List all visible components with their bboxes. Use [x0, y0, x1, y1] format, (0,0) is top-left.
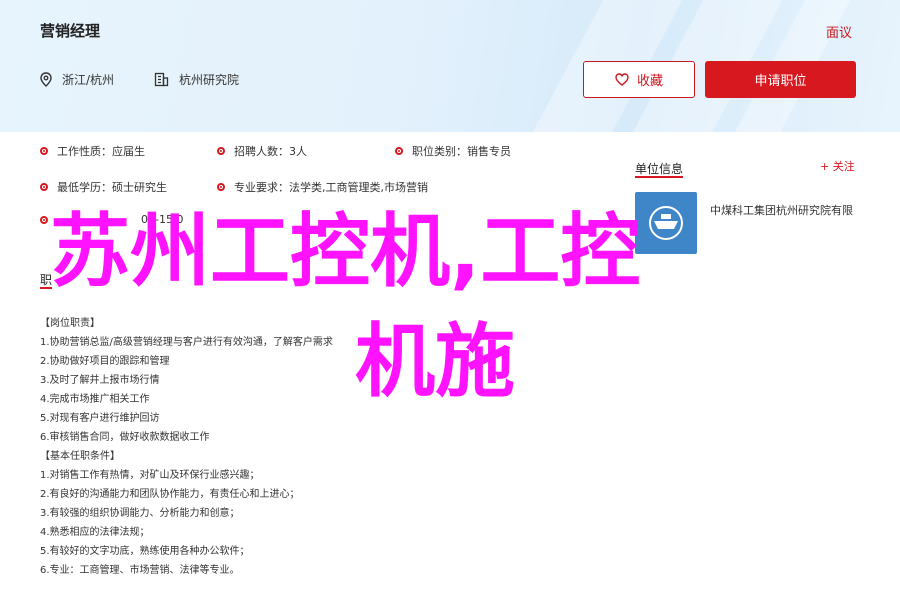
info-value: 应届生 [112, 145, 145, 158]
overlay-headline: 苏州工控机,工控 [50, 205, 641, 298]
description-line: 5.有较好的文字功底，熟练使用各种办公软件； [40, 546, 250, 557]
unit-info-underline [635, 176, 683, 178]
company-name: 中煤科工集团杭州研究院有限 [710, 204, 853, 217]
description-line: 2.有良好的沟通能力和团队协作能力，有责任心和上进心； [40, 489, 300, 500]
bullet-icon [217, 147, 225, 155]
heart-icon [615, 73, 629, 86]
building-icon [154, 72, 169, 87]
company-short-text: 杭州研究院 [179, 73, 240, 87]
description-line: 6.审核销售合同，做好收款数据收工作 [40, 432, 210, 443]
info-value: 3人 [289, 145, 307, 158]
info-work-type: 工作性质： 应届生 [40, 143, 145, 159]
info-value: 销售专员 [467, 145, 511, 158]
follow-button[interactable]: + 关注 [820, 158, 855, 174]
overlay-headline-continued: 机施 [355, 315, 515, 408]
description-line: 1.协助营销总监/高级营销经理与客户进行有效沟通，了解客户需求 [40, 337, 333, 348]
info-label: 工作性质： [57, 145, 112, 158]
info-category: 职位类别： 销售专员 [395, 143, 511, 159]
description-line: 6.专业：工商管理、市场营销、法律等专业。 [40, 565, 240, 576]
description-line: 5.对现有客户进行维护回访 [40, 413, 160, 424]
description-line: 2.协助做好项目的跟踪和管理 [40, 356, 170, 367]
favorite-button[interactable]: 收藏 [583, 61, 695, 98]
salary-label: 面议 [826, 26, 853, 41]
info-label: 招聘人数： [234, 145, 289, 158]
company-logo [635, 192, 697, 254]
location-pin-icon [40, 72, 52, 87]
description-line: 3.及时了解并上报市场行情 [40, 375, 160, 386]
description-line: 4.熟悉相应的法律法规； [40, 527, 150, 538]
bullet-icon [217, 183, 225, 191]
description-line: 4.完成市场推广相关工作 [40, 394, 150, 405]
info-major: 专业要求： 法学类,工商管理类,市场营销 [217, 179, 428, 195]
unit-info-title: 单位信息 [635, 162, 684, 176]
job-title: 营销经理 [40, 22, 101, 40]
description-line: 1.对销售工作有热情，对矿山及环保行业感兴趣； [40, 470, 260, 481]
bullet-icon [40, 215, 48, 224]
location: 浙江/杭州 [40, 71, 114, 88]
info-value: 硕士研究生 [112, 181, 167, 194]
company-logo-icon [649, 206, 683, 240]
bullet-icon [395, 147, 403, 155]
favorite-label: 收藏 [636, 74, 663, 89]
description-line: 【岗位职责】 [40, 318, 100, 329]
description-line: 3.有较强的组织协调能力、分析能力和创意； [40, 508, 240, 519]
info-education: 最低学历： 硕士研究生 [40, 179, 167, 195]
info-label: 职位类别： [412, 145, 467, 158]
location-text: 浙江/杭州 [62, 73, 115, 87]
bullet-icon [40, 147, 48, 155]
info-value: 法学类,工商管理类,市场营销 [289, 181, 428, 194]
description-line: 【基本任职条件】 [40, 451, 120, 462]
info-label: 专业要求： [234, 181, 289, 194]
info-hire-count: 招聘人数： 3人 [217, 143, 307, 159]
company-short: 杭州研究院 [154, 71, 239, 88]
info-label: 最低学历： [57, 181, 112, 194]
bullet-icon [40, 183, 48, 191]
apply-button[interactable]: 申请职位 [705, 61, 856, 98]
